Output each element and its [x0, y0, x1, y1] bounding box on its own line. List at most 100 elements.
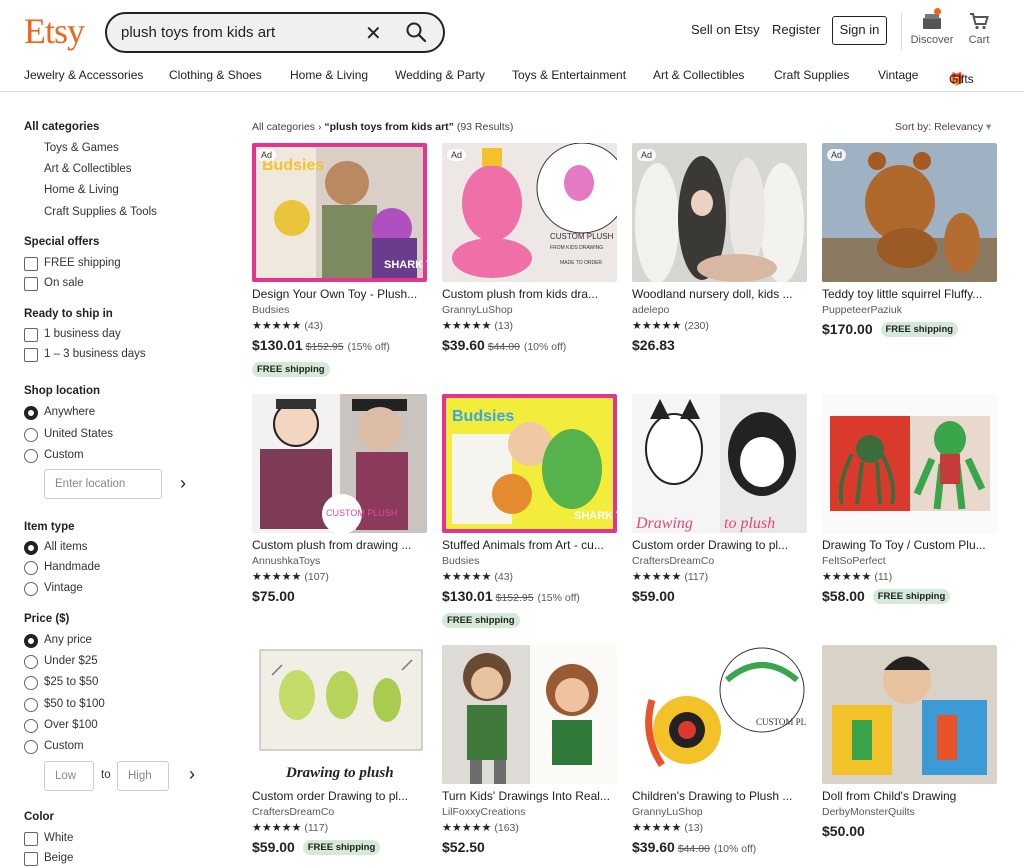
- product-card[interactable]: Ad Woodland nursery doll, kids ... adele…: [632, 143, 807, 373]
- product-card[interactable]: CUSTOM PLUSH FROM KIDS DRAWING MADE TO O…: [442, 143, 617, 373]
- rating: ★★★★★ (230): [632, 319, 709, 332]
- cart-button[interactable]: Cart: [964, 12, 994, 46]
- sort-dropdown[interactable]: Sort by: Relevancy ▾: [895, 121, 991, 133]
- sell-on-etsy-link[interactable]: Sell on Etsy: [691, 22, 760, 37]
- product-title[interactable]: Custom plush from kids dra...: [442, 287, 617, 301]
- location-input[interactable]: Enter location: [44, 469, 162, 499]
- free-shipping-badge: FREE shipping: [302, 840, 381, 855]
- svg-text:Drawing to plush: Drawing to plush: [285, 765, 394, 781]
- price: $50.00: [822, 823, 865, 839]
- nav-wedding[interactable]: Wedding & Party: [395, 68, 485, 82]
- site-header: Etsy plush toys from kids art ✕ Sell on …: [0, 0, 1024, 62]
- breadcrumb-query: “plush toys from kids art”: [324, 121, 454, 133]
- product-card[interactable]: Budsies SHARK TANK Ad Design Your Own To…: [252, 143, 427, 377]
- category-art[interactable]: Art & Collectibles: [44, 163, 132, 175]
- product-card[interactable]: CUSTOM PLUSH Custom plush from drawing .…: [252, 394, 427, 624]
- product-image[interactable]: CUSTOM PLUSH FROM KIDS DRAWING: [632, 645, 807, 784]
- product-card[interactable]: Doll from Child's Drawing DerbyMonsterQu…: [822, 645, 997, 866]
- search-icon[interactable]: [405, 21, 427, 46]
- product-card[interactable]: Turn Kids' Drawings Into Real... LilFoxx…: [442, 645, 617, 866]
- discover-button[interactable]: Discover: [910, 8, 954, 46]
- breadcrumb-chevron-icon: ›: [317, 121, 322, 133]
- current-price: $26.83: [632, 337, 675, 353]
- product-card[interactable]: Drawing To Toy / Custom Plu... FeltSoPer…: [822, 394, 997, 624]
- svg-text:CUSTOM PLUSH: CUSTOM PLUSH: [326, 508, 397, 518]
- nav-art[interactable]: Art & Collectibles: [653, 68, 744, 82]
- current-price: $50.00: [822, 823, 865, 839]
- current-price: $59.00: [632, 588, 675, 604]
- product-title[interactable]: Custom plush from drawing ...: [252, 538, 427, 552]
- price: $130.01 $152.95 (15% off): [442, 588, 580, 604]
- product-title[interactable]: Stuffed Animals from Art - cu...: [442, 538, 617, 552]
- ad-badge: Ad: [827, 149, 847, 161]
- current-price: $59.00: [252, 839, 295, 855]
- product-card[interactable]: Drawing to plush Custom order Drawing to…: [252, 645, 427, 866]
- search-input[interactable]: plush toys from kids art: [121, 24, 275, 41]
- category-home[interactable]: Home & Living: [44, 184, 119, 196]
- color-heading: Color: [24, 811, 55, 823]
- svg-text:FROM KIDS DRAWING: FROM KIDS DRAWING: [550, 245, 603, 251]
- price: $130.01 $152.95 (15% off): [252, 337, 390, 353]
- product-title[interactable]: Turn Kids' Drawings Into Real...: [442, 789, 617, 803]
- product-card[interactable]: Budsies SHARK TANK Stuffed Animals from …: [442, 394, 617, 628]
- current-price: $130.01: [252, 337, 303, 353]
- product-title[interactable]: Custom order Drawing to pl...: [632, 538, 807, 552]
- nav-clothing[interactable]: Clothing & Shoes: [169, 68, 262, 82]
- all-categories-link[interactable]: All categories: [24, 121, 99, 133]
- current-price: $130.01: [442, 588, 493, 604]
- product-image[interactable]: CUSTOM PLUSH FROM KIDS DRAWING MADE TO O…: [442, 143, 617, 282]
- sign-in-button[interactable]: Sign in: [832, 16, 887, 45]
- product-image[interactable]: [822, 394, 997, 533]
- product-card[interactable]: Drawing to plush Custom order Drawing to…: [632, 394, 807, 624]
- original-price: $44.00: [677, 843, 710, 855]
- free-shipping-badge: FREE shipping: [442, 613, 520, 628]
- svg-text:MADE TO ORDER: MADE TO ORDER: [560, 260, 602, 266]
- rating: ★★★★★ (43): [442, 570, 513, 583]
- price-to-label: to: [101, 769, 111, 781]
- clear-search-icon[interactable]: ✕: [365, 21, 382, 46]
- price: $58.00 FREE shipping: [822, 588, 951, 604]
- free-shipping-badge: FREE shipping: [252, 362, 330, 377]
- breadcrumb-root[interactable]: All categories: [252, 121, 315, 133]
- location-submit-arrow-icon[interactable]: ›: [180, 473, 186, 494]
- search-bar[interactable]: plush toys from kids art ✕: [105, 12, 445, 53]
- product-title[interactable]: Doll from Child's Drawing: [822, 789, 997, 803]
- nav-vintage[interactable]: Vintage: [878, 68, 918, 82]
- discount: (15% off): [347, 341, 390, 353]
- etsy-logo[interactable]: Etsy: [24, 10, 85, 52]
- product-title[interactable]: Children's Drawing to Plush ...: [632, 789, 807, 803]
- product-title[interactable]: Woodland nursery doll, kids ...: [632, 287, 807, 301]
- product-image[interactable]: CUSTOM PLUSH: [252, 394, 427, 533]
- price: $39.60 $44.00 (10% off): [632, 839, 756, 855]
- product-title[interactable]: Drawing To Toy / Custom Plu...: [822, 538, 997, 552]
- nav-craft[interactable]: Craft Supplies: [774, 68, 849, 82]
- nav-home[interactable]: Home & Living: [290, 68, 368, 82]
- product-image[interactable]: [822, 645, 997, 784]
- price-low-input[interactable]: Low: [44, 761, 94, 791]
- product-image[interactable]: Drawing to plush: [252, 645, 427, 784]
- svg-text:SHARK TANK: SHARK TANK: [384, 259, 427, 271]
- product-card[interactable]: CUSTOM PLUSH FROM KIDS DRAWING Children'…: [632, 645, 807, 866]
- product-image[interactable]: [442, 645, 617, 784]
- price-submit-arrow-icon[interactable]: ›: [189, 764, 195, 785]
- price-high-input[interactable]: High: [117, 761, 169, 791]
- product-image[interactable]: Budsies SHARK TANK Ad: [252, 143, 427, 282]
- product-card[interactable]: Ad Teddy toy little squirrel Fluffy... P…: [822, 143, 997, 373]
- product-image[interactable]: Ad: [822, 143, 997, 282]
- product-image[interactable]: Budsies SHARK TANK: [442, 394, 617, 533]
- nav-jewelry[interactable]: Jewelry & Accessories: [24, 68, 143, 82]
- original-price: $152.95: [305, 341, 344, 353]
- price: $75.00: [252, 588, 295, 604]
- category-toys-games[interactable]: Toys & Games: [44, 142, 119, 154]
- product-title[interactable]: Custom order Drawing to pl...: [252, 789, 427, 803]
- product-image[interactable]: Drawing to plush: [632, 394, 807, 533]
- nav-toys[interactable]: Toys & Entertainment: [512, 68, 626, 82]
- category-craft[interactable]: Craft Supplies & Tools: [44, 206, 157, 218]
- product-title[interactable]: Design Your Own Toy - Plush...: [252, 287, 427, 301]
- shop-location-heading: Shop location: [24, 385, 101, 397]
- rating-stars: ★★★★★: [632, 822, 682, 834]
- product-title[interactable]: Teddy toy little squirrel Fluffy...: [822, 287, 997, 301]
- register-link[interactable]: Register: [772, 22, 820, 37]
- product-image[interactable]: Ad: [632, 143, 807, 282]
- review-count: (163): [494, 822, 519, 834]
